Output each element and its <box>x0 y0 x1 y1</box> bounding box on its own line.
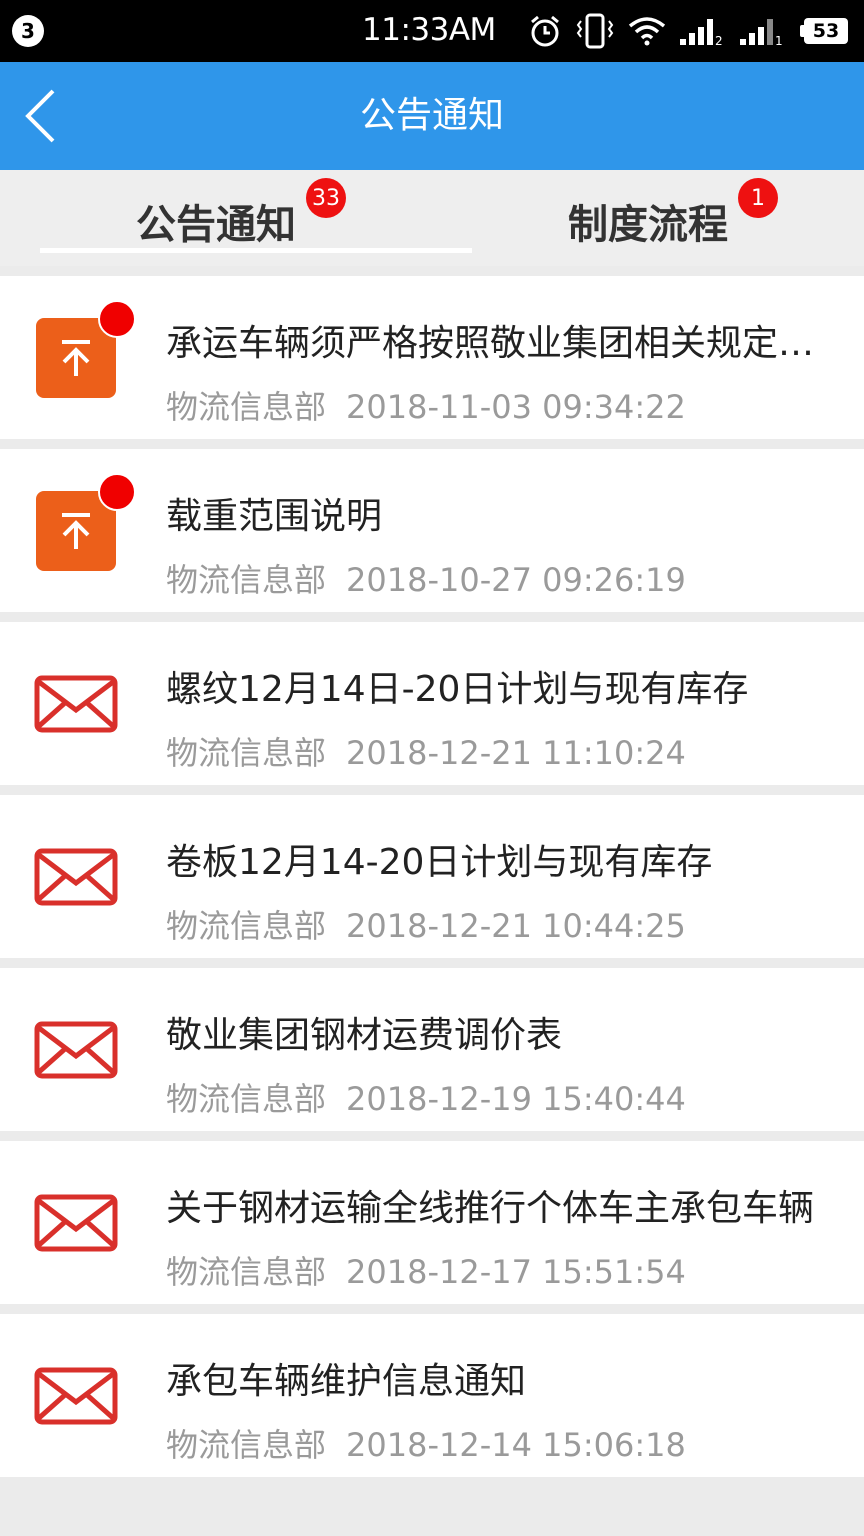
item-title: 卷板12月14-20日计划与现有库存 <box>166 842 713 883</box>
item-time: 2018-12-21 11:10:24 <box>346 734 686 772</box>
item-time: 2018-10-27 09:26:19 <box>346 561 686 599</box>
item-title: 敬业集团钢材运费调价表 <box>166 1015 563 1056</box>
unread-dot <box>98 300 136 338</box>
list-item[interactable]: 载重范围说明 物流信息部 2018-10-27 09:26:19 <box>0 449 864 612</box>
item-time: 2018-12-21 10:44:25 <box>346 907 686 945</box>
tab-label: 公告通知 <box>136 202 296 248</box>
item-meta: 物流信息部 2018-12-17 15:51:54 <box>166 1247 686 1293</box>
envelope-icon <box>34 662 118 746</box>
envelope-icon <box>34 1181 118 1265</box>
pin-top-icon <box>34 473 136 573</box>
envelope-icon <box>34 1354 118 1438</box>
item-time: 2018-12-17 15:51:54 <box>346 1253 686 1291</box>
app-header: 公告通知 <box>0 62 864 170</box>
battery-level: 53 <box>804 18 848 44</box>
envelope-icon <box>34 1008 118 1092</box>
list-item[interactable]: 敬业集团钢材运费调价表 物流信息部 2018-12-19 15:40:44 <box>0 968 864 1131</box>
item-title: 承包车辆维护信息通知 <box>166 1361 527 1402</box>
active-tab-indicator <box>40 248 472 253</box>
item-sender: 物流信息部 <box>166 1253 327 1291</box>
item-title: 承运车辆须严格按照敬业集团相关规定执行 <box>166 323 848 364</box>
item-meta: 物流信息部 2018-12-21 11:10:24 <box>166 728 686 774</box>
item-meta: 物流信息部 2018-11-03 09:34:22 <box>166 382 686 428</box>
list-item[interactable]: 承运车辆须严格按照敬业集团相关规定执行 物流信息部 2018-11-03 09:3… <box>0 276 864 439</box>
item-time: 2018-11-03 09:34:22 <box>346 388 686 426</box>
list-item[interactable]: 承包车辆维护信息通知 物流信息部 2018-12-14 15:06:18 <box>0 1314 864 1477</box>
svg-text:2: 2 <box>715 34 723 47</box>
envelope-icon <box>34 835 118 919</box>
notification-count-badge: 3 <box>12 15 44 47</box>
status-icons: 2 1 53 <box>528 10 850 52</box>
battery-icon: 53 <box>800 16 850 46</box>
item-meta: 物流信息部 2018-12-19 15:40:44 <box>166 1074 686 1120</box>
list-item[interactable]: 关于钢材运输全线推行个体车主承包车辆 物流信息部 2018-12-17 15:51… <box>0 1141 864 1304</box>
signal-icon: 2 <box>680 15 726 47</box>
item-title: 关于钢材运输全线推行个体车主承包车辆 <box>166 1188 815 1229</box>
item-sender: 物流信息部 <box>166 734 327 772</box>
chevron-left-icon <box>25 89 55 143</box>
item-sender: 物流信息部 <box>166 561 327 599</box>
item-sender: 物流信息部 <box>166 388 327 426</box>
unread-dot <box>98 473 136 511</box>
item-meta: 物流信息部 2018-12-21 10:44:25 <box>166 901 686 947</box>
item-sender: 物流信息部 <box>166 907 327 945</box>
tab-label: 制度流程 <box>568 202 728 248</box>
item-meta: 物流信息部 2018-10-27 09:26:19 <box>166 555 686 601</box>
status-bar: 3 11:33AM 2 1 53 <box>0 0 864 62</box>
item-time: 2018-12-19 15:40:44 <box>346 1080 686 1118</box>
wifi-icon <box>628 16 666 46</box>
tab-badge: 1 <box>738 178 778 218</box>
signal-icon: 1 <box>740 15 786 47</box>
item-sender: 物流信息部 <box>166 1426 327 1464</box>
status-time: 11:33AM <box>362 12 496 48</box>
item-title: 载重范围说明 <box>166 496 383 537</box>
tab-badge: 33 <box>306 178 346 218</box>
item-time: 2018-12-14 15:06:18 <box>346 1426 686 1464</box>
alarm-icon <box>528 14 562 48</box>
item-title: 螺纹12月14日-20日计划与现有库存 <box>166 669 749 710</box>
list-item[interactable]: 卷板12月14-20日计划与现有库存 物流信息部 2018-12-21 10:44… <box>0 795 864 958</box>
page-title: 公告通知 <box>359 95 504 136</box>
list-item[interactable]: 螺纹12月14日-20日计划与现有库存 物流信息部 2018-12-21 11:1… <box>0 622 864 785</box>
item-meta: 物流信息部 2018-12-14 15:06:18 <box>166 1420 686 1466</box>
vibrate-icon <box>576 13 614 49</box>
pin-top-icon <box>34 300 136 400</box>
item-sender: 物流信息部 <box>166 1080 327 1118</box>
announcement-list: 承运车辆须严格按照敬业集团相关规定执行 物流信息部 2018-11-03 09:3… <box>0 276 864 1487</box>
svg-text:1: 1 <box>775 34 783 47</box>
tab-regulations[interactable]: 制度流程 <box>432 170 864 266</box>
back-button[interactable] <box>0 62 80 170</box>
